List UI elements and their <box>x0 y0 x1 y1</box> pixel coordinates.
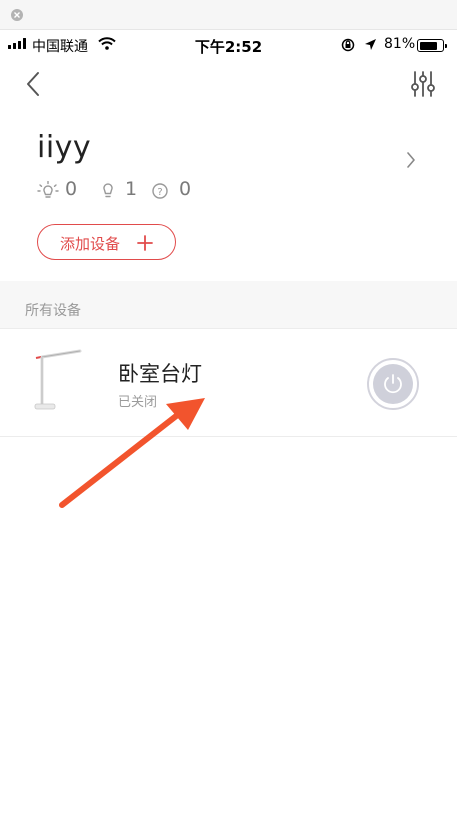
home-name[interactable]: iiyy <box>37 130 91 165</box>
section-title: 所有设备 <box>25 303 81 319</box>
status-bar: 中国联通 下午2:52 81% <box>0 33 457 57</box>
add-device-button[interactable]: 添加设备 <box>37 224 176 260</box>
power-icon <box>384 374 402 394</box>
device-name: 卧室台灯 <box>118 362 202 386</box>
battery-percent: 81% <box>384 36 416 52</box>
stat-lights-on-count: 0 <box>65 178 78 200</box>
sliders-icon <box>411 71 435 97</box>
close-icon[interactable] <box>11 9 23 21</box>
location-arrow-icon <box>364 38 377 55</box>
plus-icon <box>137 235 153 251</box>
add-device-label: 添加设备 <box>60 235 121 253</box>
unknown-icon: ? <box>152 183 168 199</box>
battery-icon <box>417 39 447 52</box>
rotation-lock-icon <box>341 38 355 56</box>
stat-lights-off-count: 1 <box>125 178 138 200</box>
light-off-icon <box>103 183 113 198</box>
chevron-right-icon[interactable] <box>406 152 416 172</box>
stat-unknown-count: 0 <box>179 178 192 200</box>
chevron-left-icon <box>27 72 39 96</box>
battery-fill <box>419 41 437 50</box>
power-toggle-button[interactable] <box>367 358 419 410</box>
svg-text:?: ? <box>157 187 162 198</box>
desk-lamp-icon <box>32 348 84 412</box>
device-status: 已关闭 <box>118 395 158 410</box>
back-button[interactable] <box>22 70 46 98</box>
settings-button[interactable] <box>410 70 436 98</box>
window-top-bar <box>0 0 457 30</box>
light-on-icon <box>37 181 59 198</box>
